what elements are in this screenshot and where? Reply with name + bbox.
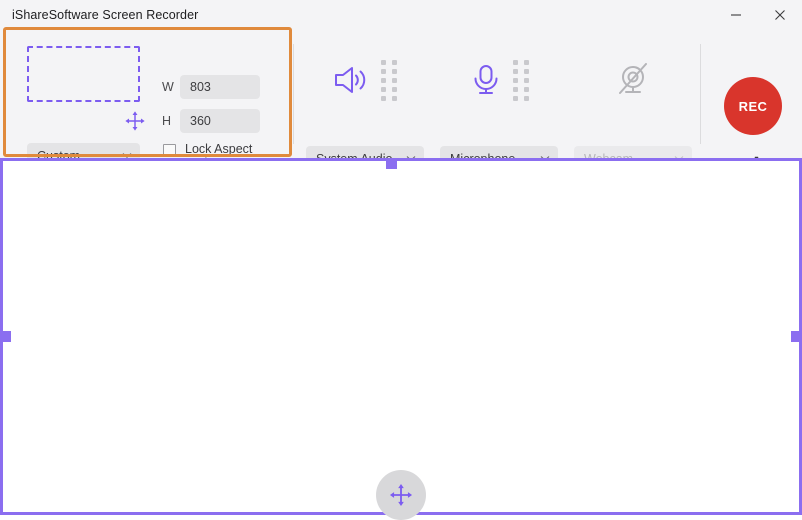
window-controls [714, 0, 802, 30]
region-panel: W H Custom Lock Aspect Ratio [0, 30, 293, 170]
height-input[interactable] [180, 109, 260, 133]
window-title: iShareSoftware Screen Recorder [12, 8, 199, 22]
device-system-audio: System Audio [306, 30, 438, 171]
webcam-disabled-icon [619, 63, 647, 94]
toolbar: W H Custom Lock Aspect Ratio [0, 30, 802, 171]
close-icon [775, 10, 785, 20]
capture-area[interactable] [0, 158, 802, 520]
resize-handle-top-center[interactable] [386, 158, 397, 169]
width-field-row: W [162, 75, 260, 99]
height-field-row: H [162, 109, 260, 133]
resize-handle-left-center[interactable] [0, 331, 11, 342]
system-audio-level-meter [381, 59, 397, 101]
resize-handle-right-center[interactable] [791, 331, 802, 342]
capture-move-handle[interactable] [376, 470, 426, 520]
height-label: H [162, 114, 172, 128]
lock-aspect-ratio-checkbox[interactable] [163, 144, 176, 157]
microphone-icon-row[interactable] [440, 52, 558, 108]
width-input[interactable] [180, 75, 260, 99]
record-button[interactable]: REC [724, 77, 782, 135]
selection-edge-top[interactable] [0, 158, 802, 161]
microphone-icon [474, 65, 498, 94]
minimize-icon [731, 14, 741, 16]
width-label: W [162, 80, 174, 94]
screen-recorder-window: iShareSoftware Screen Recorder W 803 H 3… [0, 0, 802, 520]
toolbar-divider-left [293, 44, 294, 144]
close-button[interactable] [758, 0, 802, 30]
webcam-icon-row[interactable] [574, 52, 692, 108]
speaker-icon [335, 67, 366, 93]
microphone-level-meter [513, 59, 529, 101]
move-arrows-icon [125, 111, 145, 131]
region-preview-box[interactable] [27, 46, 140, 102]
minimize-button[interactable] [714, 0, 758, 30]
device-webcam: Webcam [574, 30, 706, 171]
device-microphone: Microphone [440, 30, 572, 171]
move-arrows-icon [389, 483, 413, 507]
title-bar: iShareSoftware Screen Recorder [0, 0, 802, 30]
system-audio-icon-row[interactable] [306, 52, 424, 108]
